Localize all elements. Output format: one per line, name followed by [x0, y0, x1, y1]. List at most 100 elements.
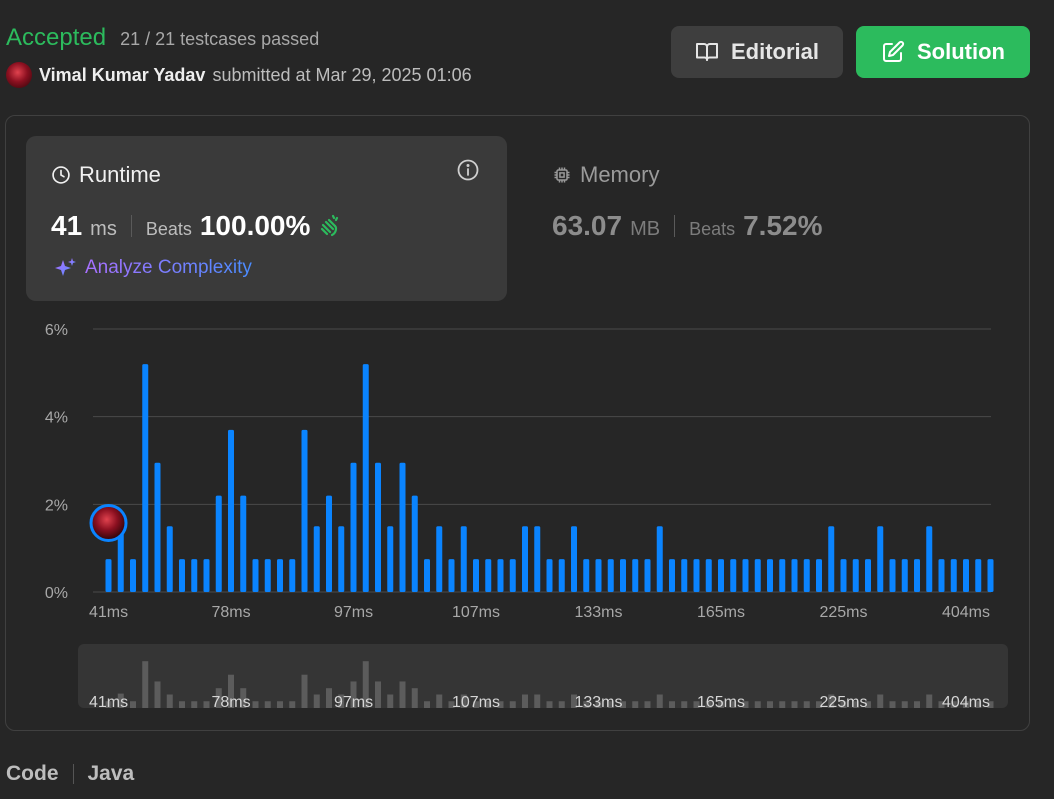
y-tick-label: 0%	[45, 585, 68, 602]
memory-title: Memory	[580, 162, 660, 187]
bar	[191, 559, 198, 592]
bar	[448, 559, 455, 592]
y-tick-label: 4%	[45, 410, 68, 427]
overview-bar	[926, 694, 933, 708]
solution-button[interactable]: Solution	[856, 26, 1030, 78]
bar	[693, 559, 700, 592]
runtime-metrics: 41 ms Beats 100.00%	[51, 210, 342, 242]
current-submission-marker[interactable]	[89, 504, 128, 542]
avatar[interactable]	[6, 62, 32, 88]
memory-header: Memory	[552, 162, 659, 188]
bar	[558, 559, 565, 592]
overview-label: 225ms	[819, 694, 867, 711]
bar	[350, 462, 357, 592]
bar	[669, 559, 675, 592]
bar	[803, 559, 810, 592]
bar	[950, 559, 957, 592]
overview-bar	[252, 701, 259, 708]
overview-bar	[277, 701, 283, 708]
chart-bars	[105, 364, 994, 592]
info-icon[interactable]	[456, 158, 480, 182]
bar	[963, 559, 969, 592]
overview-bar	[289, 701, 296, 708]
runtime-distribution-chart[interactable]: 0% 2% 4% 6% 41ms 78ms 97ms 107ms 133ms 165ms 225m…	[0, 300, 1054, 720]
chart-grid	[93, 328, 991, 593]
overview-bar	[411, 688, 418, 708]
x-axis-ticks: 41ms 78ms 97ms 107ms 133ms 165ms 225ms 404ms	[89, 604, 990, 621]
solution-label: Solution	[917, 39, 1005, 64]
bar	[264, 559, 271, 592]
overview-bar	[522, 694, 528, 708]
overview-bar	[191, 701, 198, 708]
overview-label: 78ms	[211, 694, 250, 711]
marker-avatar[interactable]	[89, 504, 128, 542]
bar	[828, 526, 835, 592]
memory-unit: MB	[630, 218, 661, 240]
runtime-beats-value: 100.00%	[199, 210, 311, 241]
overview-bar	[656, 694, 663, 708]
bar	[460, 526, 467, 592]
overview-label: 107ms	[452, 694, 500, 711]
bar	[730, 559, 737, 592]
bar	[105, 559, 112, 592]
overview-bar	[399, 681, 406, 708]
overview-bar	[558, 701, 565, 708]
memory-card[interactable]: Memory 63.07 MB Beats 7.52%	[552, 136, 992, 301]
bar	[901, 559, 908, 592]
runtime-unit: ms	[90, 218, 117, 240]
chip-icon	[554, 167, 570, 183]
bar	[791, 559, 798, 592]
bar	[289, 559, 296, 592]
bar	[375, 462, 381, 592]
bar	[779, 559, 786, 592]
edit-icon	[883, 40, 905, 62]
bar	[644, 559, 651, 592]
overview-bar	[130, 701, 136, 708]
bar	[215, 495, 222, 592]
bar	[179, 559, 185, 592]
editorial-button[interactable]: Editorial	[671, 26, 843, 78]
runtime-value: 41	[51, 210, 83, 241]
x-tick-label: 225ms	[819, 604, 867, 621]
overview-bar	[546, 701, 553, 708]
analyze-complexity-link[interactable]: Analyze Complexity	[53, 256, 252, 280]
x-tick-label: 404ms	[942, 604, 990, 621]
bar	[326, 495, 332, 592]
overview-bar	[889, 701, 896, 708]
bar	[277, 559, 283, 592]
y-tick-label: 6%	[45, 322, 68, 339]
overview-label: 165ms	[697, 694, 745, 711]
overview-bar	[301, 674, 308, 708]
overview-bar	[142, 661, 149, 708]
bar	[656, 526, 663, 592]
memory-beats-value: 7.52%	[743, 210, 823, 241]
bar	[203, 559, 210, 592]
bar	[718, 559, 724, 592]
bar	[681, 559, 688, 592]
runtime-card[interactable]: Runtime 41 ms Beats 100.00% Analyze Comp…	[26, 136, 507, 301]
submitted-at: submitted at Mar 29, 2025 01:06	[212, 64, 472, 85]
overview-bar	[179, 701, 185, 708]
x-tick-label: 41ms	[89, 604, 128, 621]
code-label: Code	[6, 762, 59, 785]
user-name[interactable]: Vimal Kumar Yadav	[39, 65, 205, 86]
bar	[914, 559, 920, 592]
bar	[362, 364, 369, 592]
runtime-title: Runtime	[79, 162, 161, 187]
overview-bar	[154, 681, 161, 708]
bar	[546, 559, 553, 592]
bar	[987, 559, 994, 592]
overview-bar	[791, 701, 798, 708]
bar	[154, 462, 161, 592]
overview-label: 133ms	[574, 694, 622, 711]
y-tick-label: 2%	[45, 497, 68, 514]
overview-bar	[914, 701, 920, 708]
overview-bar	[877, 694, 884, 708]
bar	[399, 462, 406, 592]
metric-divider	[674, 215, 676, 237]
book-icon	[695, 43, 718, 61]
bar	[166, 526, 173, 592]
bar	[595, 559, 602, 592]
bar	[252, 559, 259, 592]
overview-bar	[326, 688, 332, 708]
